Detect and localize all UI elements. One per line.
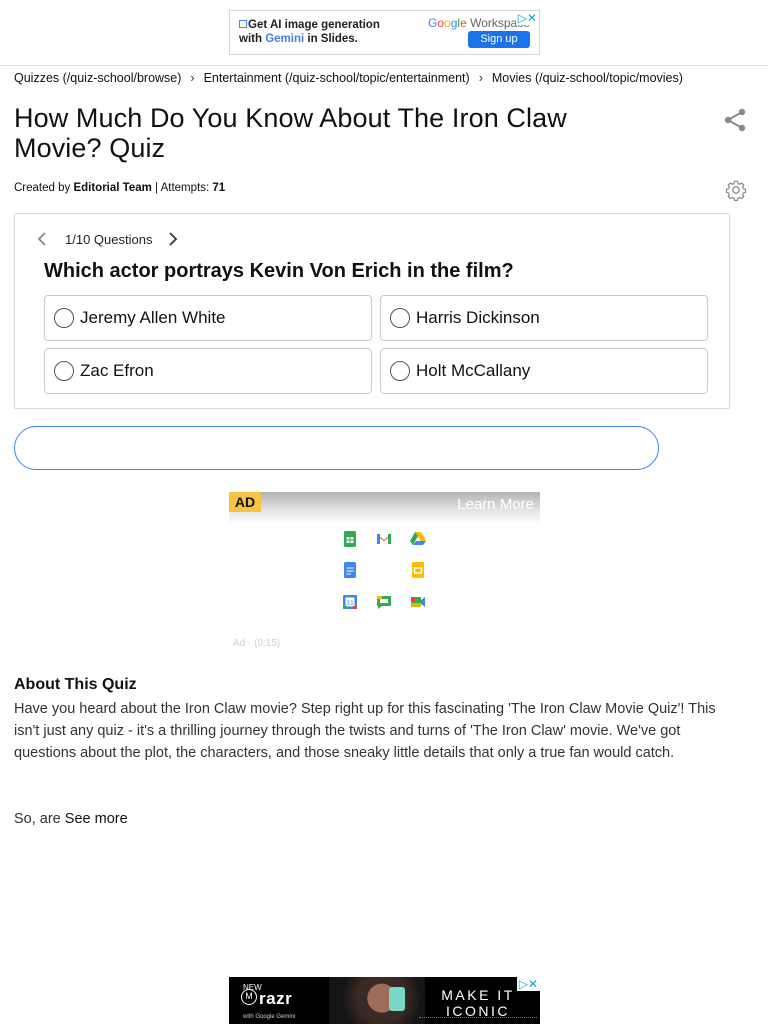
- learn-more-link[interactable]: Learn More: [457, 496, 534, 513]
- question-nav: 1/10 Questions: [33, 229, 182, 249]
- logo-letter: o: [444, 16, 451, 30]
- answer-label: Zac Efron: [80, 361, 154, 380]
- adchoices-icon[interactable]: ▷✕: [516, 977, 540, 991]
- breadcrumb-separator: ›: [478, 71, 483, 85]
- top-ad-text: Get AI image generation with Gemini in S…: [239, 18, 380, 46]
- chat-icon: [377, 596, 391, 609]
- slides-icon: [239, 20, 247, 28]
- meta-attempts-label: | Attempts:: [151, 182, 213, 194]
- share-icon[interactable]: [722, 107, 748, 133]
- see-more-link[interactable]: See more: [65, 811, 128, 827]
- bottom-ad-fine-print: [419, 1017, 537, 1020]
- top-ad-line2-b: in Slides.: [304, 33, 358, 45]
- about-tail-text: So, are: [14, 811, 65, 827]
- breadcrumb-separator: ›: [190, 71, 195, 85]
- chevron-right-icon[interactable]: [164, 230, 182, 248]
- top-ad-line2-a: with: [239, 33, 266, 45]
- bottom-ad-with: with Google Gemini: [243, 1014, 296, 1020]
- breadcrumb-entertainment[interactable]: Entertainment (/quiz-school/topic/entert…: [204, 71, 470, 85]
- bottom-ad-phone-image: [389, 987, 405, 1011]
- about-title: About This Quiz: [14, 676, 137, 693]
- sign-up-button[interactable]: Sign up: [468, 31, 530, 48]
- chevron-left-icon[interactable]: [33, 230, 51, 248]
- headline-line-1: MAKE IT: [441, 987, 515, 1003]
- answer-label: Holt McCallany: [416, 361, 531, 380]
- question-text: Which actor portrays Kevin Von Erich in …: [44, 260, 514, 282]
- top-ad-line1: Get AI image generation: [248, 19, 380, 31]
- breadcrumb-movies[interactable]: Movies (/quiz-school/topic/movies): [492, 71, 683, 85]
- meta-attempts: 71: [212, 182, 226, 194]
- video-ad[interactable]: AD Learn More 31 Ad · (0:15): [229, 492, 540, 655]
- drive-icon: [410, 532, 426, 545]
- calendar-icon: 31: [343, 595, 357, 609]
- radio-icon[interactable]: [390, 308, 410, 328]
- meta-author: Editorial Team: [73, 182, 152, 194]
- adchoices-icon[interactable]: ▷✕: [515, 11, 539, 25]
- gear-icon[interactable]: [725, 179, 747, 201]
- answer-label: Harris Dickinson: [416, 308, 540, 327]
- logo-letter: G: [428, 16, 438, 30]
- quiz-card: 1/10 Questions Which actor portrays Kevi…: [14, 213, 730, 409]
- bottom-ad[interactable]: NEW M razr with Google Gemini MAKE IT ICO…: [229, 977, 540, 1024]
- breadcrumb-quizzes[interactable]: Quizzes (/quiz-school/browse): [14, 71, 181, 85]
- about-tail: So, are See more: [14, 808, 128, 830]
- answer-option[interactable]: Harris Dickinson: [380, 295, 708, 341]
- bottom-ad-headline: MAKE IT ICONIC: [433, 987, 523, 1019]
- docs-icon: [344, 562, 356, 578]
- answer-option[interactable]: Jeremy Allen White: [44, 295, 372, 341]
- top-ad[interactable]: Get AI image generation with Gemini in S…: [229, 10, 540, 55]
- meet-icon: [411, 597, 425, 607]
- bottom-ad-brand: razr: [259, 989, 293, 1008]
- breadcrumb: Quizzes (/quiz-school/browse) › Entertainm…: [14, 71, 683, 85]
- answer-option[interactable]: Zac Efron: [44, 348, 372, 394]
- logo-letter: e: [460, 16, 467, 30]
- slides-icon: [412, 562, 424, 578]
- answer-label: Jeremy Allen White: [80, 308, 226, 327]
- quiz-meta: Created by Editorial Team | Attempts: 71: [14, 182, 225, 194]
- svg-text:31: 31: [346, 600, 354, 607]
- motorola-logo: M: [241, 989, 257, 1005]
- top-ad-banner-area: Get AI image generation with Gemini in S…: [0, 0, 768, 66]
- answer-option[interactable]: Holt McCallany: [380, 348, 708, 394]
- top-ad-gemini: Gemini: [265, 33, 305, 45]
- page-title: How Much Do You Know About The Iron Claw…: [14, 103, 567, 163]
- about-body: Have you heard about the Iron Claw movie…: [14, 701, 716, 761]
- radio-icon[interactable]: [390, 361, 410, 381]
- answer-pill-box[interactable]: [14, 426, 659, 470]
- ad-badge: AD: [229, 492, 261, 512]
- meta-created-by: Created by: [14, 182, 74, 194]
- radio-icon[interactable]: [54, 361, 74, 381]
- radio-icon[interactable]: [54, 308, 74, 328]
- bottom-ad-photo: [329, 977, 425, 1024]
- sheets-icon: [344, 531, 356, 547]
- google-workspace-logo: Google Workspace: [428, 16, 530, 30]
- ad-timer: Ad · (0:15): [233, 638, 281, 649]
- question-counter: 1/10 Questions: [65, 231, 153, 247]
- gmail-icon: [377, 534, 391, 544]
